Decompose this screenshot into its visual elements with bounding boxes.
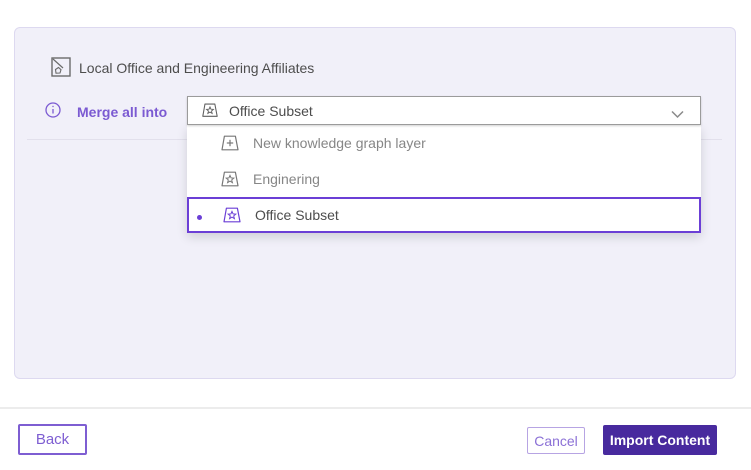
dropdown-option-new-layer[interactable]: New knowledge graph layer: [187, 125, 701, 161]
layer-star-icon: [222, 207, 242, 223]
dropdown-option-label: New knowledge graph layer: [253, 135, 426, 151]
layer-star-icon: [220, 171, 240, 187]
select-value: Office Subset: [229, 103, 313, 119]
dropdown-option-label: Office Subset: [255, 207, 339, 223]
merge-all-into-label: Merge all into: [77, 104, 167, 120]
merge-target-select[interactable]: Office Subset: [187, 96, 701, 125]
merge-target-dropdown: New knowledge graph layer Enginering: [187, 125, 701, 233]
source-layer-label: Local Office and Engineering Affiliates: [79, 60, 314, 76]
dropdown-option-label: Enginering: [253, 171, 320, 187]
import-content-button[interactable]: Import Content: [603, 425, 717, 455]
merge-panel: Local Office and Engineering Affiliates …: [14, 27, 736, 379]
layer-square-icon: [51, 57, 71, 77]
dropdown-option-enginering[interactable]: Enginering: [187, 161, 701, 197]
footer-divider: [0, 407, 751, 409]
chevron-down-icon: [671, 106, 684, 115]
info-icon: [45, 102, 61, 118]
import-dialog: Local Office and Engineering Affiliates …: [0, 0, 751, 470]
back-button[interactable]: Back: [18, 424, 87, 455]
layer-plus-icon: [220, 135, 240, 151]
cancel-button[interactable]: Cancel: [527, 427, 585, 454]
selected-dot: [197, 215, 202, 220]
dropdown-option-office-subset[interactable]: Office Subset: [187, 197, 701, 233]
layer-star-icon: [201, 103, 219, 118]
